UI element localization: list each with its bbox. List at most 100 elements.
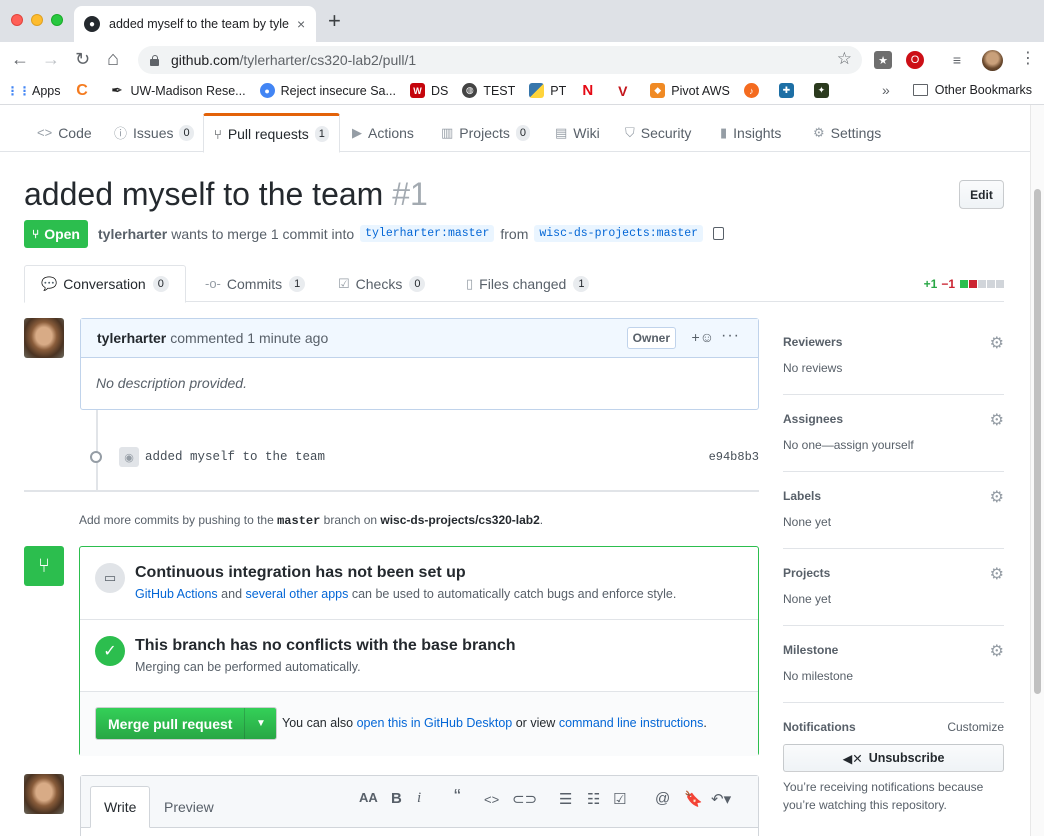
customize-notifications-link[interactable]: Customize	[947, 720, 1004, 734]
add-reaction-icon[interactable]: +☺	[692, 329, 714, 345]
base-branch[interactable]: tylerharter:master	[360, 225, 495, 242]
close-window-button[interactable]	[11, 14, 23, 26]
tab-insights[interactable]: ▮ Insights	[720, 113, 781, 152]
tab-wiki[interactable]: ▤ Wiki	[555, 113, 600, 152]
diffstat: +1 −1	[924, 277, 1004, 291]
bookmark-uw-madison-research[interactable]: ✒ UW-Madison Rese...	[110, 82, 245, 98]
tab-conversation[interactable]: 💬 Conversation 0	[24, 265, 186, 303]
forward-button[interactable]: →	[42, 48, 60, 70]
open-desktop-link[interactable]: open this in GitHub Desktop	[357, 716, 513, 730]
new-tab-button[interactable]: +	[328, 10, 341, 32]
quote-icon[interactable]: “	[454, 786, 461, 809]
chrome-menu-icon[interactable]: ⋮	[1020, 50, 1036, 68]
bullet-list-icon[interactable]: ☰	[559, 790, 572, 808]
merge-box: ▭ Continuous integration has not been se…	[79, 546, 759, 756]
maximize-window-button[interactable]	[51, 14, 63, 26]
netflix-icon: N	[582, 82, 594, 99]
bookmark-v[interactable]: V	[615, 83, 636, 99]
bookmark-music[interactable]: ♪	[743, 83, 765, 98]
conflict-status-row: ✓ This branch has no conflicts with the …	[80, 620, 758, 692]
code-icon[interactable]: <>	[484, 792, 499, 807]
bookmark-cross[interactable]: ✚	[778, 83, 800, 98]
media-control-icon[interactable]: ≡	[948, 51, 966, 69]
extension-star-icon[interactable]: ★	[874, 51, 892, 69]
address-bar[interactable]: github.com/tylerharter/cs320-lab2/pull/1…	[138, 46, 862, 74]
milestone-gear-icon[interactable]: ⚙	[990, 641, 1004, 661]
comment-author-link[interactable]: tylerharter	[97, 330, 166, 346]
github-actions-link[interactable]: GitHub Actions	[135, 587, 218, 601]
bookmark-badge[interactable]: ✦	[813, 83, 835, 98]
bookmark-apps[interactable]: ⋮⋮ Apps	[7, 83, 61, 98]
browser-tab[interactable]: ● added myself to the team by tyle ×	[74, 6, 316, 42]
bookmark-ds[interactable]: W DS	[409, 83, 448, 98]
folder-icon	[912, 84, 928, 96]
bookmarks-overflow-icon[interactable]: »	[882, 82, 890, 98]
tab-pull-requests[interactable]: ⑂ Pull requests 1	[203, 113, 340, 153]
profile-avatar[interactable]	[982, 50, 1003, 71]
text-size-icon[interactable]: AA	[359, 790, 378, 805]
tab-close-icon[interactable]: ×	[297, 16, 305, 32]
task-list-icon[interactable]: ☑	[613, 790, 626, 808]
tab-issues[interactable]: ⓘ Issues 0	[114, 113, 194, 152]
bold-icon[interactable]: B	[391, 790, 402, 807]
commit-sha-link[interactable]: e94b8b3	[709, 450, 759, 464]
merge-pull-request-button[interactable]: Merge pull request	[96, 708, 245, 739]
commit-message-link[interactable]: added myself to the team	[145, 450, 325, 464]
command-line-link[interactable]: command line instructions	[559, 716, 704, 730]
bookmark-reject-insecure[interactable]: ● Reject insecure Sa...	[259, 83, 396, 98]
tab-preview[interactable]: Preview	[151, 786, 227, 828]
clipboard-icon[interactable]	[713, 227, 725, 240]
bookmark-star-icon[interactable]: ☆	[837, 49, 852, 69]
avatar[interactable]	[24, 318, 64, 358]
ci-status-row: ▭ Continuous integration has not been se…	[80, 547, 758, 620]
opera-vpn-icon[interactable]: O	[906, 51, 924, 69]
link-icon[interactable]: ⊂⊃	[512, 790, 537, 808]
italic-icon[interactable]: i	[417, 790, 421, 807]
code-icon: <>	[37, 125, 53, 140]
tab-commits[interactable]: -o- Commits 1	[205, 265, 306, 302]
tab-settings[interactable]: ⚙ Settings	[813, 113, 881, 152]
avatar[interactable]	[24, 774, 64, 814]
bookmark-icon[interactable]: 🔖	[684, 790, 703, 808]
projects-gear-icon[interactable]: ⚙	[990, 564, 1004, 584]
bookmark-pt[interactable]: PT	[529, 83, 566, 98]
reply-icon[interactable]: ↶▾	[711, 790, 731, 808]
minimize-window-button[interactable]	[31, 14, 43, 26]
tab-title: added myself to the team by tyle	[109, 17, 289, 31]
numbered-list-icon[interactable]: ☷	[587, 790, 600, 808]
sidebar-assignees: Assignees ⚙ No one—assign yourself	[783, 395, 1004, 472]
assignees-gear-icon[interactable]: ⚙	[990, 410, 1004, 430]
bookmark-netflix[interactable]: N	[580, 82, 601, 99]
labels-gear-icon[interactable]: ⚙	[990, 487, 1004, 507]
home-button[interactable]: ⌂	[107, 48, 119, 70]
reload-button[interactable]: ↻	[75, 48, 90, 70]
reviewers-gear-icon[interactable]: ⚙	[990, 333, 1004, 353]
tab-security[interactable]: ⛉ Security	[625, 113, 691, 152]
tab-projects[interactable]: ▥ Projects 0	[441, 113, 530, 152]
more-options-icon[interactable]: ···	[721, 327, 740, 345]
mention-icon[interactable]: @	[655, 790, 670, 807]
tab-write[interactable]: Write	[90, 786, 151, 828]
assign-yourself-link[interactable]: No one—assign yourself	[783, 438, 914, 452]
tab-code[interactable]: <> Code	[37, 113, 92, 152]
scrollbar-thumb[interactable]	[1034, 189, 1041, 694]
bookmark-test[interactable]: ◍ TEST	[462, 83, 515, 98]
comment-timestamp: commented 1 minute ago	[170, 330, 329, 346]
other-bookmarks[interactable]: Other Bookmarks	[912, 83, 1032, 97]
check-icon: ✓	[95, 636, 125, 666]
merge-method-dropdown-icon[interactable]: ▼	[244, 708, 277, 739]
edit-title-button[interactable]: Edit	[959, 180, 1004, 209]
page-scrollbar[interactable]	[1030, 105, 1044, 836]
bookmark-orange[interactable]: C	[75, 82, 96, 99]
head-branch[interactable]: wisc-ds-projects:master	[534, 225, 704, 242]
bookmark-pivot-aws[interactable]: ◆ Pivot AWS	[650, 83, 730, 98]
unsubscribe-button[interactable]: ◀✕ Unsubscribe	[783, 744, 1004, 772]
tab-files-changed[interactable]: ▯ Files changed 1	[466, 265, 590, 302]
tab-checks[interactable]: ☑ Checks 0	[338, 265, 426, 302]
pr-author-link[interactable]: tylerharter	[98, 226, 167, 242]
tab-actions[interactable]: ▶ Actions	[352, 113, 414, 152]
other-apps-link[interactable]: several other apps	[246, 587, 349, 601]
back-button[interactable]: ←	[11, 48, 29, 70]
repo-link[interactable]: wisc-ds-projects/cs320-lab2	[380, 513, 539, 527]
pr-description-comment: tylerharter commented 1 minute ago Owner…	[80, 318, 759, 410]
